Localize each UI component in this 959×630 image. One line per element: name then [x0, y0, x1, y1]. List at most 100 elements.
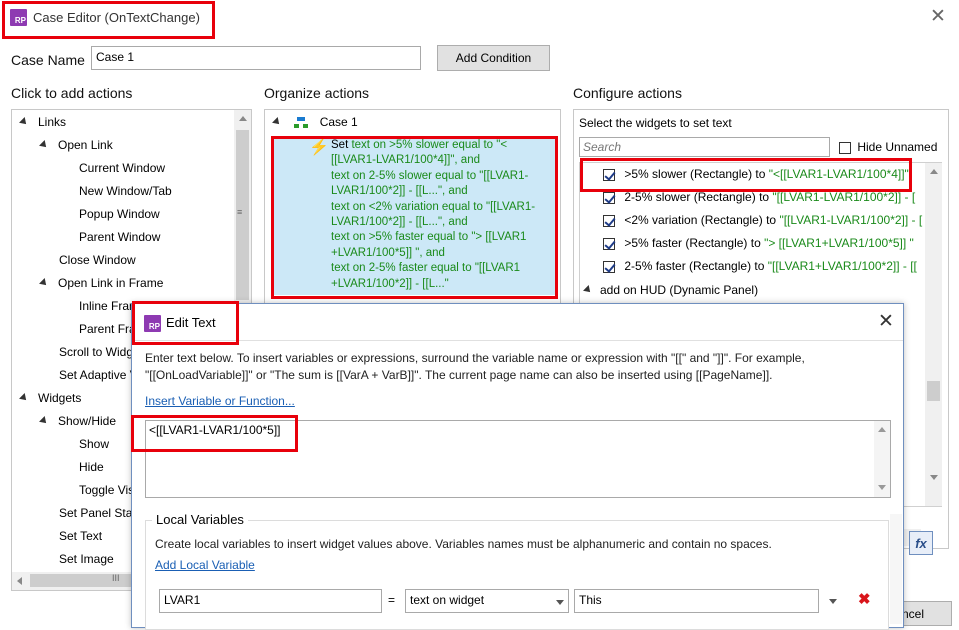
tree-item-parent-frame[interactable]: Parent Fra — [79, 322, 136, 336]
collapse-triangle-icon[interactable] — [272, 117, 282, 127]
action-detail: text on <2% variation equal to "[[LVAR1- — [331, 200, 536, 213]
text-editor[interactable]: <[[LVAR1-LVAR1/100*5]] — [145, 420, 891, 498]
tree-item-show-hide[interactable]: Show/Hide — [39, 414, 116, 428]
checkbox-checked-icon[interactable] — [603, 260, 615, 273]
close-icon[interactable]: ✕ — [878, 312, 894, 331]
tree-item-current-window[interactable]: Current Window — [79, 161, 165, 175]
edit-text-dialog: RP Edit Text ✕ Enter text below. To inse… — [131, 303, 904, 630]
action-line: text on 2-5% faster equal to "[[LVAR1 — [331, 261, 557, 276]
grip-icon: III — [112, 573, 120, 583]
close-icon[interactable]: ✕ — [930, 7, 946, 26]
action-line: [[LVAR1-LVAR1/100*4]]", and — [331, 153, 557, 168]
collapse-triangle-icon[interactable] — [39, 416, 49, 426]
scroll-up-icon[interactable] — [930, 169, 938, 174]
scroll-down-icon[interactable] — [930, 475, 938, 480]
checkbox-checked-icon[interactable] — [603, 237, 615, 250]
variable-target-input[interactable]: This — [574, 589, 819, 613]
action-line: LVAR1/100*2]] - [[L...", and — [331, 215, 557, 230]
scroll-left-icon[interactable] — [17, 577, 22, 585]
click-to-add-heading: Click to add actions — [11, 85, 133, 101]
dialog-scrollbar[interactable] — [890, 514, 902, 624]
tree-item-close-window[interactable]: Close Window — [59, 253, 136, 267]
tree-item-scroll-to-widget[interactable]: Scroll to Widg — [59, 345, 133, 359]
tree-item-popup-window[interactable]: Popup Window — [79, 207, 160, 221]
organize-actions-heading: Organize actions — [264, 85, 370, 101]
case-tree-item[interactable]: Case 1 — [272, 115, 358, 129]
add-condition-button[interactable]: Add Condition — [437, 45, 550, 71]
tree-item-set-image[interactable]: Set Image — [59, 552, 114, 566]
tree-item-open-link[interactable]: Open Link — [39, 138, 113, 152]
checkbox-checked-icon[interactable] — [603, 168, 615, 181]
lightning-icon: ⚡ — [309, 139, 329, 156]
tree-item-new-window[interactable]: New Window/Tab — [79, 184, 172, 198]
chevron-down-icon[interactable] — [829, 599, 837, 604]
tree-item-open-link-frame[interactable]: Open Link in Frame — [39, 276, 163, 290]
action-detail: text on 2-5% faster equal to "[[LVAR1 — [331, 262, 521, 275]
insert-variable-link[interactable]: Insert Variable or Function... — [145, 394, 295, 408]
checkbox-checked-icon[interactable] — [603, 214, 615, 227]
tree-item-set-adaptive[interactable]: Set Adaptive V — [59, 368, 138, 382]
collapse-triangle-icon[interactable] — [583, 285, 593, 295]
hide-unnamed-checkbox[interactable]: Hide Unnamed — [839, 140, 937, 154]
axure-rp-logo-icon: RP — [10, 9, 27, 26]
tree-item-toggle-visibility[interactable]: Toggle Vis — [79, 483, 134, 497]
add-local-variable-link[interactable]: Add Local Variable — [155, 558, 255, 572]
variable-name-input[interactable]: LVAR1 — [159, 589, 382, 613]
dialog-title: Edit Text — [166, 315, 216, 330]
equals-sign: = — [388, 593, 396, 607]
action-line: +LVAR1/100*2]] - [[L..." — [331, 277, 557, 292]
window-title: Case Editor (OnTextChange) — [33, 10, 200, 25]
checkbox-checked-icon[interactable] — [603, 191, 615, 204]
editor-scrollbar[interactable] — [874, 421, 890, 497]
action-detail: text on >5% faster equal to "> [[LVAR1 — [331, 231, 527, 244]
action-line: Set text on >5% slower equal to "< — [331, 138, 557, 153]
instructions-text: Enter text below. To insert variables or… — [145, 351, 805, 382]
action-line: text on 2-5% slower equal to "[[LVAR1- — [331, 169, 557, 184]
chevron-down-icon[interactable] — [556, 600, 564, 605]
scroll-down-icon[interactable] — [878, 485, 886, 490]
axure-rp-logo-icon: RP — [144, 315, 161, 332]
tree-item-inline-frame[interactable]: Inline Fran — [79, 299, 136, 313]
variable-type-select[interactable]: text on widget — [405, 589, 569, 613]
widget-row[interactable]: <2% variation (Rectangle) to "[[LVAR1-LV… — [603, 213, 922, 227]
action-detail: LVAR1/100*2]] - [[L...", and — [331, 185, 468, 198]
action-verb: Set — [331, 139, 352, 151]
scroll-thumb[interactable] — [927, 381, 940, 401]
widget-row[interactable]: >5% faster (Rectangle) to "> [[LVAR1+LVA… — [603, 236, 914, 250]
action-detail: text on 2-5% slower equal to "[[LVAR1- — [331, 169, 529, 182]
search-input[interactable]: Search — [579, 137, 830, 157]
collapse-triangle-icon[interactable] — [39, 140, 49, 150]
collapse-triangle-icon[interactable] — [19, 117, 29, 127]
widget-list-scrollbar[interactable] — [925, 163, 942, 506]
collapse-triangle-icon[interactable] — [19, 393, 29, 403]
action-detail: +LVAR1/100*2]] - [[L..." — [331, 277, 449, 290]
action-detail: +LVAR1/100*5]] ", and — [331, 246, 445, 259]
action-description: Set text on >5% slower equal to "< [[LVAR… — [331, 138, 557, 292]
action-line: text on >5% faster equal to "> [[LVAR1 — [331, 230, 557, 245]
widget-row[interactable]: 2-5% slower (Rectangle) to "[[LVAR1-LVAR… — [603, 190, 915, 204]
tree-item-set-text[interactable]: Set Text — [59, 529, 102, 543]
collapse-triangle-icon[interactable] — [39, 278, 49, 288]
action-detail: [[LVAR1-LVAR1/100*4]]", and — [331, 154, 480, 167]
checkbox-icon[interactable] — [839, 141, 851, 154]
tree-item-widgets[interactable]: Widgets — [19, 391, 81, 405]
tree-item-hide[interactable]: Hide — [79, 460, 104, 474]
tree-item-show[interactable]: Show — [79, 437, 109, 451]
case-name-input[interactable]: Case 1 — [91, 46, 421, 70]
scroll-up-icon[interactable] — [878, 427, 886, 432]
widget-row[interactable]: 2-5% faster (Rectangle) to "[[LVAR1+LVAR… — [603, 259, 917, 273]
widget-row-hud[interactable]: add on HUD (Dynamic Panel) — [583, 283, 758, 297]
text-editor-value[interactable]: <[[LVAR1-LVAR1/100*5]] — [149, 423, 281, 437]
delete-variable-icon[interactable]: ✖ — [858, 590, 871, 608]
case-name-label: Case Name — [11, 52, 85, 68]
scroll-up-icon[interactable] — [239, 116, 247, 121]
grip-icon: ≡ — [237, 207, 243, 217]
fx-button[interactable]: fx — [909, 531, 933, 555]
tree-item-links[interactable]: Links — [19, 115, 66, 129]
organize-actions-panel: Case 1 ⚡ Set text on >5% slower equal to… — [264, 109, 561, 309]
tree-item-parent-window[interactable]: Parent Window — [79, 230, 160, 244]
tree-item-set-panel-state[interactable]: Set Panel Stat — [59, 506, 136, 520]
configure-actions-heading: Configure actions — [573, 85, 682, 101]
action-line: text on <2% variation equal to "[[LVAR1- — [331, 200, 557, 215]
widget-row[interactable]: >5% slower (Rectangle) to "<[[LVAR1-LVAR… — [603, 167, 909, 181]
